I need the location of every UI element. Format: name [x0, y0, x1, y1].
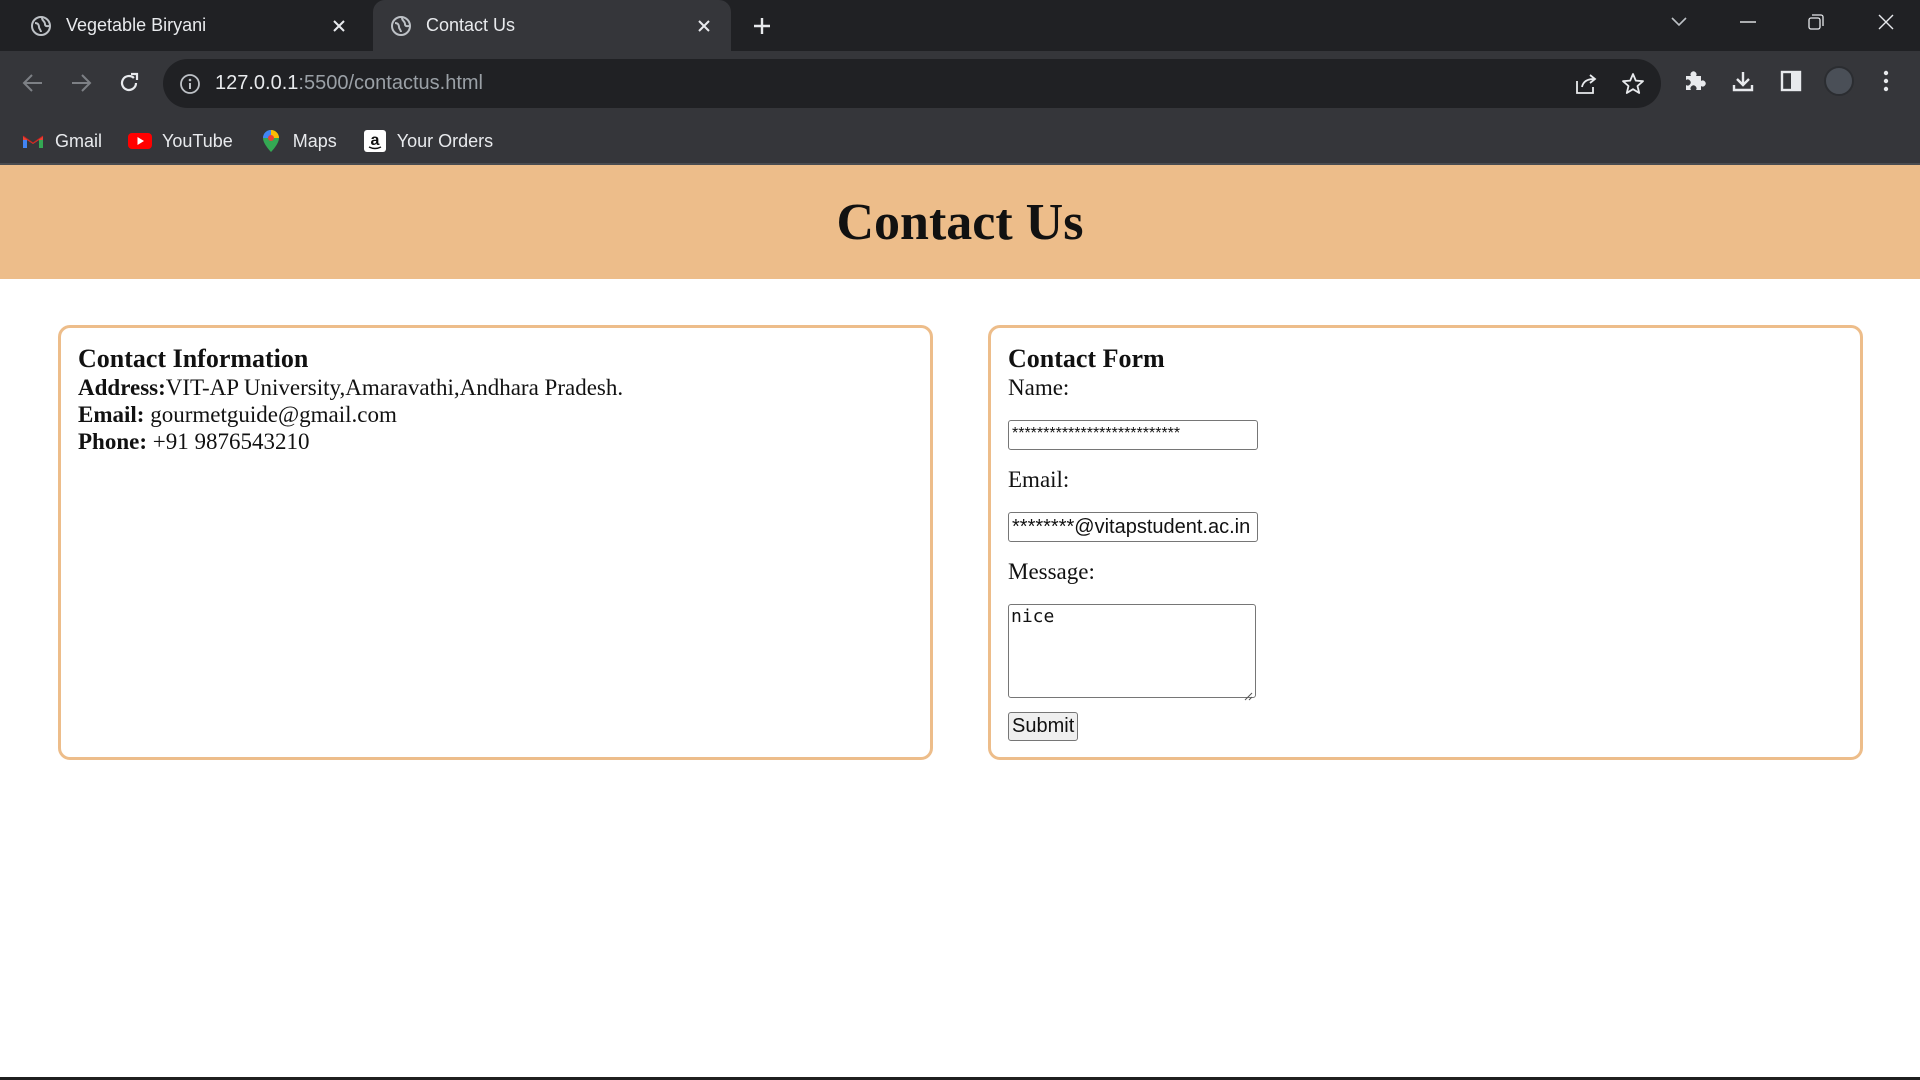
url-host: 127.0.0.1: [215, 72, 299, 94]
close-tab-icon[interactable]: [693, 15, 715, 37]
menu-kebab-icon[interactable]: [1872, 67, 1900, 95]
email-label: Email:: [78, 402, 145, 427]
email-label: Email:: [1008, 467, 1070, 492]
download-icon[interactable]: [1729, 67, 1757, 95]
address-value: VIT-AP University,Amaravathi,Andhara Pra…: [165, 375, 624, 400]
amazon-icon: a: [363, 130, 387, 152]
maps-icon: [259, 130, 283, 152]
message-textarea[interactable]: nice: [1008, 604, 1256, 701]
address-bar[interactable]: 127.0.0.1:5500/contactus.html: [163, 59, 1661, 108]
youtube-icon: [128, 130, 153, 152]
tab-title: Vegetable Biryani: [66, 15, 207, 35]
bookmark-star-icon[interactable]: [1620, 71, 1646, 97]
close-tab-icon[interactable]: [328, 15, 350, 37]
url-text: 127.0.0.1:5500/contactus.html: [215, 72, 483, 95]
address-label: Address:: [78, 375, 166, 400]
contact-information-card: Contact Information Address:VIT-AP Unive…: [58, 325, 933, 760]
phone-value: +91 9876543210: [152, 429, 310, 454]
tab-strip: Vegetable Biryani Contact Us: [0, 0, 1920, 51]
svg-text:a: a: [370, 132, 379, 149]
bookmark-maps[interactable]: Maps: [259, 130, 337, 152]
bookmark-label: Maps: [292, 130, 337, 151]
close-window-icon[interactable]: [1858, 0, 1914, 44]
phone-line: Phone: +91 9876543210: [78, 428, 913, 455]
bookmark-label: Your Orders: [396, 130, 494, 151]
email-input[interactable]: ********@vitapstudent.ac.in: [1008, 512, 1258, 542]
new-tab-plus-icon[interactable]: [748, 13, 776, 39]
name-label: Name:: [1008, 375, 1070, 400]
share-icon[interactable]: [1573, 71, 1599, 97]
name-input[interactable]: ***************************: [1008, 420, 1258, 450]
tab-contact-us[interactable]: Contact Us: [373, 0, 731, 51]
forward-arrow-icon[interactable]: [63, 65, 99, 101]
bookmark-your-orders[interactable]: a Your Orders: [363, 130, 493, 152]
bookmark-gmail[interactable]: Gmail: [21, 130, 102, 152]
message-text: nice: [1011, 606, 1055, 627]
gmail-icon: [21, 130, 45, 152]
page-title: Contact Us: [836, 193, 1084, 251]
phone-label: Phone:: [78, 429, 147, 454]
side-panel-icon[interactable]: [1777, 67, 1805, 95]
reload-icon[interactable]: [111, 65, 147, 101]
tab-vegetable-biryani[interactable]: Vegetable Biryani: [0, 0, 370, 51]
globe-icon: [390, 15, 412, 37]
tab-search-chevron-down-icon[interactable]: [1651, 0, 1707, 44]
bookmark-label: YouTube: [162, 130, 233, 151]
page-header: Contact Us: [0, 165, 1920, 279]
restore-icon[interactable]: [1788, 0, 1844, 44]
email-line: Email: gourmetguide@gmail.com: [78, 401, 913, 428]
address-line: Address:VIT-AP University,Amaravathi,And…: [78, 374, 913, 401]
globe-icon: [30, 15, 52, 37]
resize-grip-icon[interactable]: [1243, 685, 1253, 701]
contact-form-card: Contact Form Name: *********************…: [988, 325, 1863, 760]
bookmark-youtube[interactable]: YouTube: [128, 130, 233, 152]
contact-form-heading: Contact Form: [1008, 344, 1165, 373]
profile-avatar[interactable]: [1824, 66, 1854, 96]
url-path: :5500/contactus.html: [298, 72, 483, 94]
message-label: Message:: [1008, 559, 1095, 584]
back-arrow-icon[interactable]: [15, 65, 51, 101]
extensions-puzzle-icon[interactable]: [1680, 67, 1708, 95]
contact-information-heading: Contact Information: [78, 344, 309, 373]
site-info-icon[interactable]: [179, 73, 201, 95]
bookmarks-bar: Gmail YouTube Maps a Your Orders: [0, 117, 1920, 165]
submit-button[interactable]: Submit: [1008, 712, 1079, 741]
email-value: gourmetguide@gmail.com: [150, 402, 397, 427]
tab-title: Contact Us: [426, 15, 516, 35]
minimize-icon[interactable]: [1720, 0, 1776, 44]
bookmark-label: Gmail: [55, 130, 103, 151]
